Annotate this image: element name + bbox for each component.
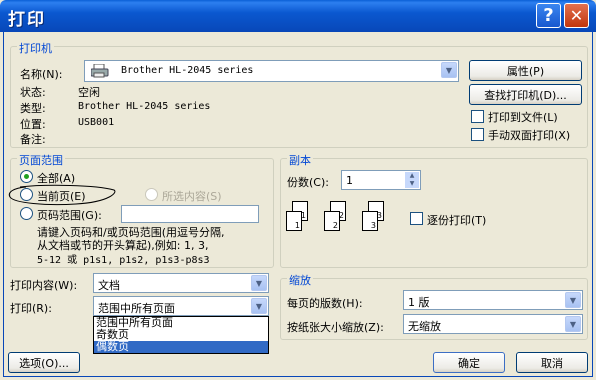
- chevron-down-icon[interactable]: ▼: [565, 292, 581, 308]
- printer-icon: [90, 63, 109, 78]
- print-scope-value: 范围中所有页面: [98, 302, 175, 315]
- dialog-body: 打印机 名称(N): Brother HL-2045 series ▼ 状态: …: [3, 32, 593, 377]
- duplex-label[interactable]: 手动双面打印(X): [488, 127, 570, 143]
- print-scope-label: 打印(R):: [10, 302, 52, 315]
- close-button[interactable]: ✕: [564, 3, 589, 28]
- duplex-checkbox[interactable]: [471, 128, 484, 141]
- title-bar: 打印 ? ✕: [0, 0, 596, 32]
- window-title: 打印: [8, 10, 46, 30]
- print-scope-select[interactable]: 范围中所有页面 ▼: [93, 296, 269, 316]
- print-what-label: 打印内容(W):: [10, 279, 78, 292]
- print-to-file-label[interactable]: 打印到文件(L): [488, 109, 558, 125]
- dropdown-option[interactable]: 偶数页: [94, 341, 268, 353]
- hand-drawn-annotation: [8, 184, 116, 206]
- collate-illustration: 1 1 2 2 3 3: [286, 197, 396, 243]
- properties-button[interactable]: 属性(P): [469, 60, 582, 81]
- printer-name-value: Brother HL-2045 series: [121, 65, 254, 76]
- page-range-input[interactable]: [121, 205, 259, 223]
- range-hint-line3: 5-12 或 p1s1, p1s2, p1s3-p8s3: [37, 255, 210, 266]
- location-label: 位置:: [20, 118, 46, 131]
- options-button[interactable]: 选项(O)...: [8, 352, 80, 373]
- page-icon: 1: [286, 211, 302, 231]
- find-printer-button[interactable]: 查找打印机(D)...: [469, 84, 582, 105]
- copies-count-input[interactable]: 1 ▲ ▼: [341, 170, 421, 190]
- zoom-legend: 缩放: [287, 272, 313, 288]
- cancel-button[interactable]: 取消: [516, 352, 588, 373]
- printer-name-select[interactable]: Brother HL-2045 series ▼: [84, 60, 459, 82]
- chevron-down-icon[interactable]: ▼: [251, 298, 267, 314]
- spinner-down-icon[interactable]: ▼: [405, 180, 419, 188]
- spinner-up-icon[interactable]: ▲: [405, 172, 419, 180]
- page-icon: 2: [324, 211, 340, 231]
- status-label: 状态:: [20, 86, 46, 99]
- type-value: Brother HL-2045 series: [78, 101, 211, 112]
- help-button[interactable]: ?: [536, 3, 561, 28]
- comment-label: 备注:: [20, 133, 46, 146]
- scale-to-paper-value: 无缩放: [408, 320, 441, 333]
- print-to-file-checkbox[interactable]: [471, 110, 484, 123]
- pages-per-sheet-label: 每页的版数(H):: [287, 297, 363, 310]
- page-range-legend: 页面范围: [17, 152, 65, 168]
- location-value: USB001: [78, 117, 115, 128]
- chevron-down-icon[interactable]: ▼: [251, 275, 267, 291]
- collate-label[interactable]: 逐份打印(T): [427, 212, 486, 228]
- chevron-down-icon[interactable]: ▼: [565, 316, 581, 332]
- ok-button[interactable]: 确定: [433, 352, 505, 373]
- status-value: 空闲: [78, 86, 100, 99]
- chevron-down-icon[interactable]: ▼: [441, 62, 457, 78]
- collate-checkbox[interactable]: [410, 212, 423, 225]
- pages-per-sheet-value: 1 版: [408, 296, 430, 309]
- copies-count-label: 份数(C):: [287, 176, 329, 189]
- printer-name-label: 名称(N):: [20, 68, 63, 81]
- copies-legend: 副本: [287, 152, 313, 168]
- print-what-select[interactable]: 文档 ▼: [93, 273, 269, 293]
- range-selection-radio[interactable]: [145, 188, 158, 201]
- scale-to-paper-select[interactable]: 无缩放 ▼: [403, 314, 583, 334]
- print-scope-dropdown: 范围中所有页面 奇数页 偶数页: [93, 316, 269, 354]
- type-label: 类型:: [20, 102, 46, 115]
- pages-per-sheet-select[interactable]: 1 版 ▼: [403, 290, 583, 310]
- page-icon: 3: [362, 211, 378, 231]
- printer-legend: 打印机: [17, 40, 54, 56]
- range-pages-label[interactable]: 页码范围(G):: [37, 207, 102, 223]
- range-selection-label[interactable]: 所选内容(S): [162, 188, 222, 204]
- copies-count-value: 1: [346, 174, 353, 187]
- print-what-value: 文档: [98, 279, 120, 292]
- range-pages-radio[interactable]: [20, 207, 33, 220]
- scale-to-paper-label: 按纸张大小缩放(Z):: [287, 321, 384, 334]
